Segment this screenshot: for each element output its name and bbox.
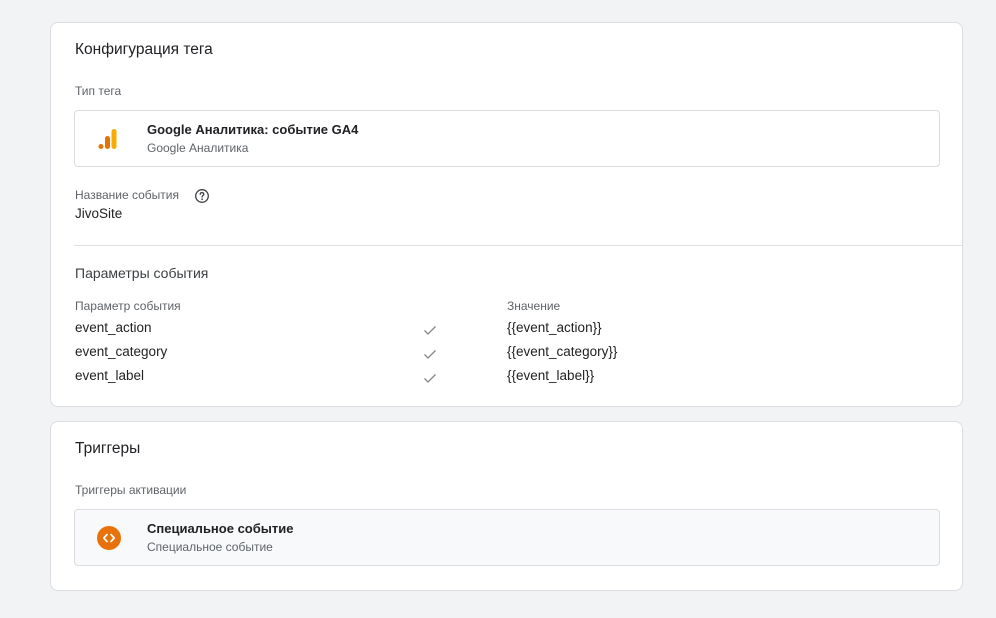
trigger-tile[interactable]: Специальное событие Специальное событие <box>74 509 940 566</box>
param-value: {{event_category}} <box>507 344 618 359</box>
tag-type-tile[interactable]: Google Аналитика: событие GA4 Google Ана… <box>74 110 940 167</box>
help-icon[interactable] <box>194 188 210 204</box>
param-value: {{event_action}} <box>507 320 602 335</box>
param-row: event_label {{event_label}} <box>51 368 964 390</box>
tag-configuration-card: Конфигурация тега Тип тега Google Аналит… <box>50 22 963 407</box>
check-icon <box>424 326 436 335</box>
triggers-title: Триггеры <box>75 440 141 457</box>
tag-type-title: Google Аналитика: событие GA4 <box>147 122 359 137</box>
check-icon <box>424 374 436 383</box>
trigger-subtitle: Специальное событие <box>147 540 273 554</box>
tag-type-label: Тип тега <box>75 84 122 98</box>
check-icon <box>424 350 436 359</box>
google-analytics-icon <box>98 129 117 149</box>
custom-event-icon <box>97 526 121 550</box>
section-divider <box>74 245 962 246</box>
event-name-value: JivoSite <box>75 206 123 221</box>
param-value-header: Значение <box>507 299 561 313</box>
tag-configuration-title: Конфигурация тега <box>75 41 213 58</box>
tag-type-subtitle: Google Аналитика <box>147 141 249 155</box>
param-row: event_action {{event_action}} <box>51 320 964 342</box>
param-name-header: Параметр события <box>75 299 181 313</box>
param-name: event_label <box>75 368 145 383</box>
event-params-title: Параметры события <box>75 265 209 281</box>
event-name-label: Название события <box>75 188 179 202</box>
param-name: event_action <box>75 320 152 335</box>
triggers-card: Триггеры Триггеры активации Специальное … <box>50 421 963 591</box>
param-row: event_category {{event_category}} <box>51 344 964 366</box>
activation-triggers-label: Триггеры активации <box>75 483 187 497</box>
trigger-title: Специальное событие <box>147 521 294 536</box>
param-name: event_category <box>75 344 168 359</box>
param-value: {{event_label}} <box>507 368 595 383</box>
